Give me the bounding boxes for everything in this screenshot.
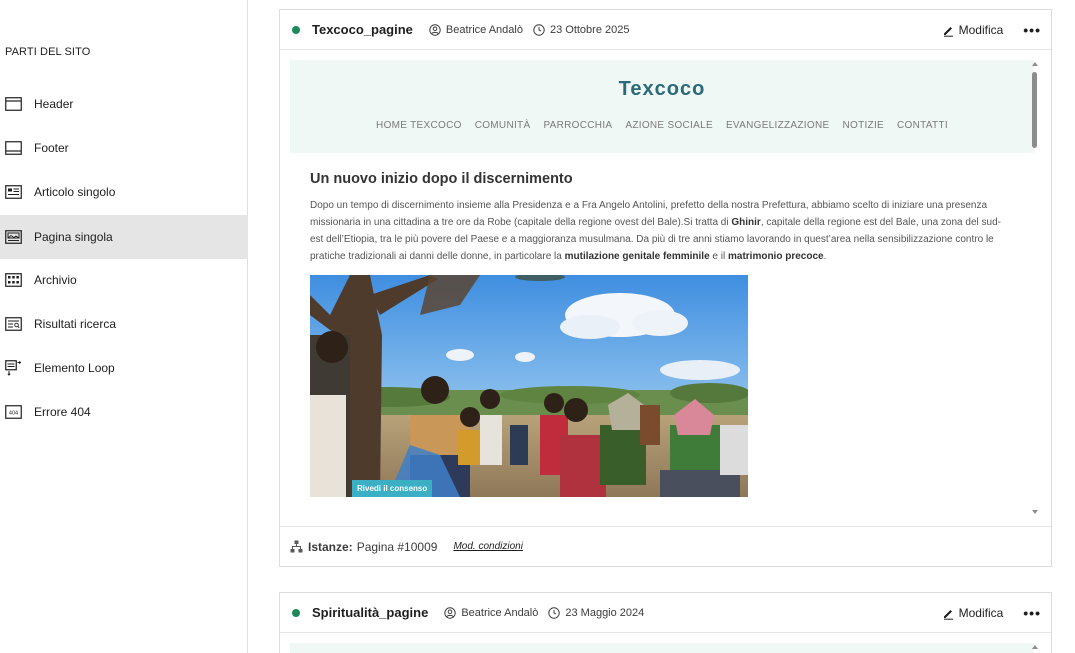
sidebar-item-label: Elemento Loop	[34, 361, 115, 375]
modified-date: 23 Ottobre 2025	[549, 23, 630, 36]
template-title[interactable]: Spiritualità_pagine	[312, 605, 428, 620]
scroll-up-arrow-icon[interactable]	[1032, 62, 1038, 66]
status-active-dot	[292, 608, 300, 617]
preview-site-logo: Texcoco	[618, 78, 706, 100]
edit-button-label: Modifica	[958, 23, 1004, 37]
clock-icon	[548, 606, 561, 619]
card-header: Spiritualità_pagine Beatrice Andalò 23 M…	[280, 593, 1051, 633]
scroll-down-arrow-icon[interactable]	[1032, 510, 1038, 514]
author-meta: Beatrice Andalò	[429, 24, 523, 36]
edit-button[interactable]: Modifica	[942, 606, 1004, 620]
author-name: Beatrice Andalò	[461, 606, 539, 619]
edit-button-label: Modifica	[958, 606, 1004, 620]
author-meta: Beatrice Andalò	[444, 607, 538, 619]
template-preview[interactable]	[280, 633, 1051, 653]
preview-scrollbar[interactable]	[1029, 60, 1041, 516]
templates-list: Texcoco_pagine Beatrice Andalò 23 Ottobr…	[249, 0, 1075, 653]
preview-nav-item: HOME TEXCOCO	[376, 120, 462, 131]
sidebar-heading: PARTI DEL SITO	[5, 46, 91, 58]
sidebar-item-error-404[interactable]: 404 Errore 404	[0, 390, 248, 434]
sidebar-item-label: Errore 404	[34, 405, 91, 419]
card-footer: Istanze: Pagina #10009 Mod. condizioni	[280, 526, 1051, 566]
preview-nav-item: NOTIZIE	[842, 120, 885, 131]
instances-value: Pagina #10009	[356, 539, 438, 554]
consent-review-button[interactable]: Rivedi il consenso	[352, 480, 433, 497]
error-404-icon: 404	[5, 405, 22, 419]
sidebar-item-label: Articolo singolo	[34, 185, 116, 199]
sitemap-icon	[290, 540, 303, 553]
preview-site-header: Texcoco HOME TEXCOCO COMUNITÀ PARROCCHIA…	[290, 60, 1034, 153]
scrollbar-thumb[interactable]	[1032, 72, 1037, 148]
sidebar: PARTI DEL SITO Header Footer Articolo si…	[0, 0, 248, 653]
preview-nav-item: AZIONE SOCIALE	[625, 120, 713, 131]
template-preview[interactable]: Texcoco HOME TEXCOCO COMUNITÀ PARROCCHIA…	[280, 50, 1051, 526]
user-avatar-icon	[429, 23, 441, 36]
instances-label: Istanze:	[308, 539, 353, 554]
sidebar-item-label: Risultati ricerca	[34, 317, 117, 331]
preview-article-title: Un nuovo inizio dopo il discernimento	[310, 171, 573, 187]
author-name: Beatrice Andalò	[445, 23, 523, 36]
sidebar-item-archive[interactable]: Archivio	[0, 258, 248, 302]
edit-button[interactable]: Modifica	[942, 23, 1004, 37]
clock-icon	[533, 23, 545, 36]
card-actions: Modifica •••	[942, 593, 1041, 633]
sidebar-item-loop-element[interactable]: Elemento Loop	[0, 346, 248, 390]
card-header: Texcoco_pagine Beatrice Andalò 23 Ottobr…	[280, 10, 1051, 50]
date-meta: 23 Ottobre 2025	[533, 23, 630, 36]
status-active-dot	[292, 25, 300, 34]
preview-article-photo: Rivedi il consenso	[310, 275, 748, 497]
template-card: Spiritualità_pagine Beatrice Andalò 23 M…	[279, 592, 1052, 653]
preview-article-paragraph: Dopo un tempo di discernimento insieme a…	[310, 200, 1001, 262]
search-results-icon	[5, 317, 22, 331]
template-manager: PARTI DEL SITO Header Footer Articolo si…	[0, 0, 1075, 653]
date-meta: 23 Maggio 2024	[548, 607, 644, 619]
pencil-icon	[943, 609, 953, 620]
preview-nav-item: CONTATTI	[897, 120, 948, 131]
template-card: Texcoco_pagine Beatrice Andalò 23 Ottobr…	[279, 9, 1052, 567]
single-post-icon	[5, 185, 22, 199]
sidebar-item-header[interactable]: Header	[0, 82, 248, 126]
sidebar-item-label: Footer	[34, 141, 69, 155]
sidebar-item-label: Pagina singola	[34, 230, 113, 244]
loop-item-icon	[5, 360, 22, 376]
archive-icon	[5, 273, 22, 287]
sidebar-item-single-page[interactable]: Pagina singola	[0, 215, 248, 259]
more-options-button[interactable]: •••	[1023, 605, 1041, 621]
single-page-icon	[5, 230, 22, 244]
sidebar-item-label: Header	[34, 97, 74, 111]
sidebar-item-label: Archivio	[34, 273, 77, 287]
svg-text:404: 404	[9, 411, 18, 417]
user-avatar-icon	[444, 606, 457, 619]
template-title[interactable]: Texcoco_pagine	[312, 22, 413, 37]
modified-date: 23 Maggio 2024	[565, 606, 645, 619]
preview-nav-item: PARROCCHIA	[543, 120, 613, 131]
preview-nav-item: COMUNITÀ	[474, 120, 531, 131]
preview-site-nav: HOME TEXCOCO COMUNITÀ PARROCCHIA AZIONE …	[290, 120, 1034, 131]
more-options-button[interactable]: •••	[1023, 22, 1041, 38]
preview-site-header	[290, 643, 1034, 653]
sidebar-item-single-post[interactable]: Articolo singolo	[0, 170, 248, 214]
card-actions: Modifica •••	[942, 10, 1041, 50]
header-layout-icon	[5, 97, 22, 111]
sidebar-item-search-results[interactable]: Risultati ricerca	[0, 302, 248, 346]
edit-conditions-link[interactable]: Mod. condizioni	[453, 541, 522, 552]
pencil-icon	[943, 26, 953, 37]
scroll-up-arrow-icon[interactable]	[1032, 645, 1038, 649]
footer-layout-icon	[5, 141, 22, 155]
sidebar-item-footer[interactable]: Footer	[0, 126, 248, 170]
preview-nav-item: EVANGELIZZAZIONE	[725, 120, 830, 131]
preview-article: Un nuovo inizio dopo il discernimento Do…	[290, 153, 1034, 497]
